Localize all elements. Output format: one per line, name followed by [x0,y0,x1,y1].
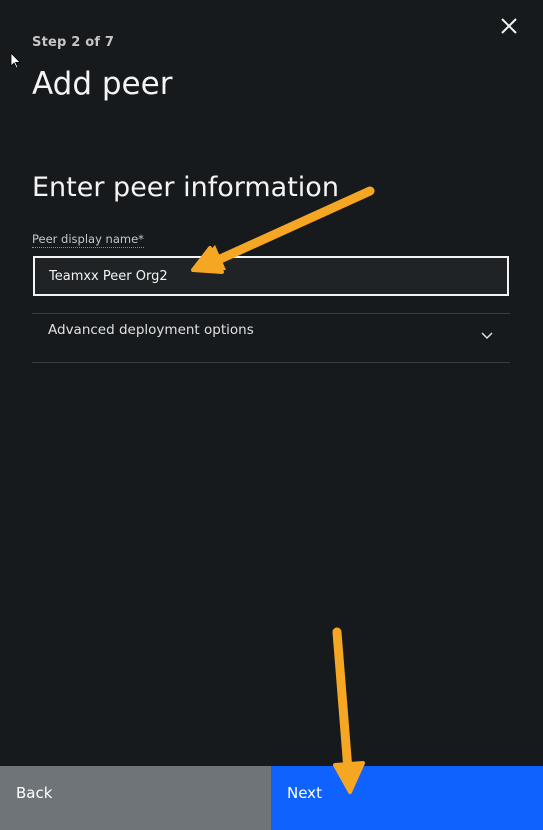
chevron-down-icon [480,325,494,340]
annotation-arrows [191,186,375,794]
mouse-cursor-icon [10,52,22,70]
peer-display-name-input[interactable] [33,256,509,296]
advanced-deployment-accordion[interactable]: Advanced deployment options [32,313,510,363]
step-indicator: Step 2 of 7 [32,35,115,50]
back-button-label: Back [16,784,53,802]
next-button[interactable]: Next [271,766,543,830]
section-title: Enter peer information [32,172,339,203]
back-button[interactable]: Back [0,766,271,830]
add-peer-panel: Step 2 of 7 Add peer Enter peer informat… [0,0,543,830]
peer-display-name-label: Peer display name* [32,232,144,248]
accordion-label: Advanced deployment options [48,322,254,338]
page-title: Add peer [32,66,173,102]
close-icon[interactable] [497,14,521,38]
next-button-label: Next [287,784,322,802]
